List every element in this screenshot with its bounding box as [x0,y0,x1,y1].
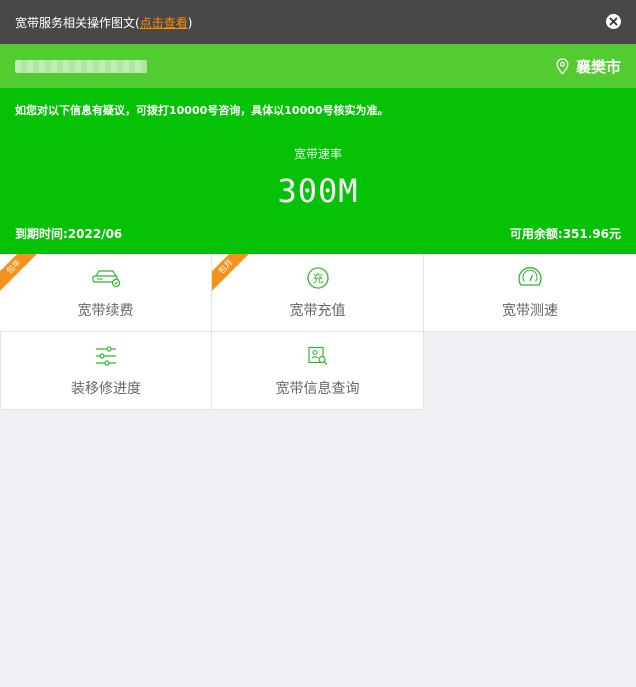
svg-text:充: 充 [312,271,323,285]
install-progress-label: 装移修进度 [71,381,141,397]
speedometer-icon [518,267,542,286]
view-guide-link[interactable]: 点击查看 [140,16,188,30]
install-progress-button[interactable]: 装移修进度 [0,332,212,410]
available-balance: 可用余额:351.96元 [509,227,621,241]
renew-broadband-button[interactable]: 包年 宽带续费 [0,254,212,332]
router-icon [91,270,120,288]
city-name: 襄樊市 [575,57,621,76]
recharge-icon: 充 [306,267,329,289]
speed-test-button[interactable]: 宽带测速 [424,254,636,332]
rate-value: 300M [277,172,359,210]
info-tip: 如您对以下信息有疑议，可拨打10000号咨询，具体以10000号核实为准。 [15,104,389,117]
renew-label: 宽带续费 [77,303,134,319]
expiry-date: 到期时间:2022/06 [15,227,123,241]
close-icon [609,17,618,26]
rate-label: 宽带速率 [293,147,342,161]
notice-link-wrap: (点击查看) [135,14,192,31]
city-selector[interactable]: 襄樊市 [556,56,621,77]
search-document-icon [307,346,327,365]
location-pin-icon [556,57,569,75]
recharge-label: 宽带充值 [289,303,346,319]
broadband-info-panel: 如您对以下信息有疑议，可拨打10000号咨询，具体以10000号核实为准。 宽带… [0,88,636,254]
notice-text: 宽带服务相关操作图文 [15,15,136,30]
recharge-broadband-button[interactable]: 包月 充 宽带充值 [212,254,424,332]
paren-close: ) [187,15,193,30]
account-bar: 襄樊市 [0,44,636,88]
sliders-icon [96,346,116,366]
broadband-info-query-button[interactable]: 宽带信息查询 [212,332,424,410]
masked-account-number [15,59,147,73]
speed-test-label: 宽带测速 [502,303,558,319]
info-query-label: 宽带信息查询 [275,381,360,397]
close-notice-button[interactable] [606,14,621,29]
notice-bar: 宽带服务相关操作图文 (点击查看) [0,0,636,44]
